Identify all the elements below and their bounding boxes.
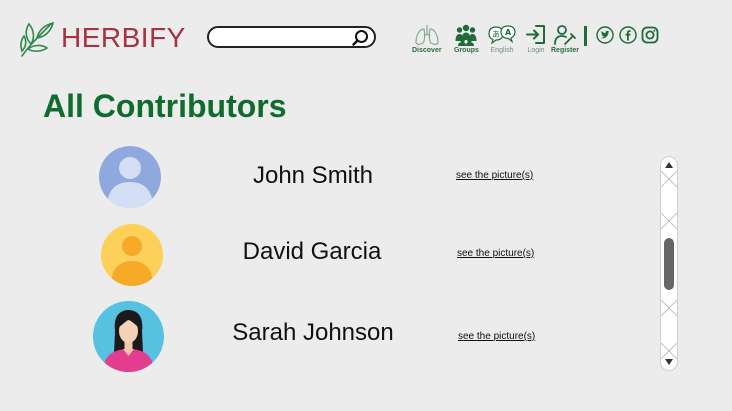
nav-divider (584, 26, 587, 46)
nav-groups-label: Groups (454, 47, 479, 54)
svg-text:A: A (505, 28, 512, 37)
search-input[interactable] (219, 28, 363, 48)
nav-groups[interactable]: Groups (454, 24, 479, 54)
nav-login-label: Login (527, 47, 545, 54)
scroll-up-icon[interactable] (661, 159, 677, 171)
nav-discover[interactable]: Discover (412, 24, 442, 54)
nav-register[interactable]: Register (551, 24, 579, 54)
instagram-icon[interactable] (641, 26, 659, 44)
see-pictures-link[interactable]: see the picture(s) (456, 170, 533, 181)
nav-discover-label: Discover (412, 47, 442, 54)
scrollbar[interactable] (660, 156, 678, 371)
group-icon (455, 24, 477, 46)
yellow-user-avatar-icon[interactable] (101, 224, 163, 286)
search-icon[interactable] (352, 29, 369, 46)
nav-login[interactable]: Login (525, 24, 547, 54)
leaf-logo-icon (20, 21, 55, 57)
facebook-icon[interactable] (619, 26, 637, 44)
login-icon (526, 25, 545, 44)
default-avatar-icon[interactable] (99, 146, 161, 208)
search-bar (207, 26, 376, 48)
nav-register-label: Register (551, 47, 580, 54)
brand-logo[interactable]: HERBIFY (17, 18, 186, 58)
brand-name: HERBIFY (61, 22, 186, 53)
see-pictures-link[interactable]: see the picture(s) (457, 248, 534, 259)
lungs-icon (415, 25, 439, 45)
language-icon: あ A (488, 25, 516, 45)
register-icon (554, 25, 576, 45)
scrollbar-thumb[interactable] (664, 238, 674, 290)
twitter-icon[interactable] (596, 26, 614, 44)
contributor-name: Sarah Johnson (232, 319, 394, 346)
page-title: All Contributors (43, 88, 287, 124)
nav-language-label: English (490, 47, 514, 54)
see-pictures-link[interactable]: see the picture(s) (458, 331, 535, 342)
contributor-name: John Smith (252, 162, 374, 189)
svg-text:あ: あ (492, 30, 500, 39)
scroll-down-icon[interactable] (661, 356, 677, 368)
nav-language[interactable]: あ A English (487, 24, 517, 54)
contributor-name: David Garcia (242, 238, 382, 265)
woman-avatar-icon[interactable] (93, 301, 164, 372)
